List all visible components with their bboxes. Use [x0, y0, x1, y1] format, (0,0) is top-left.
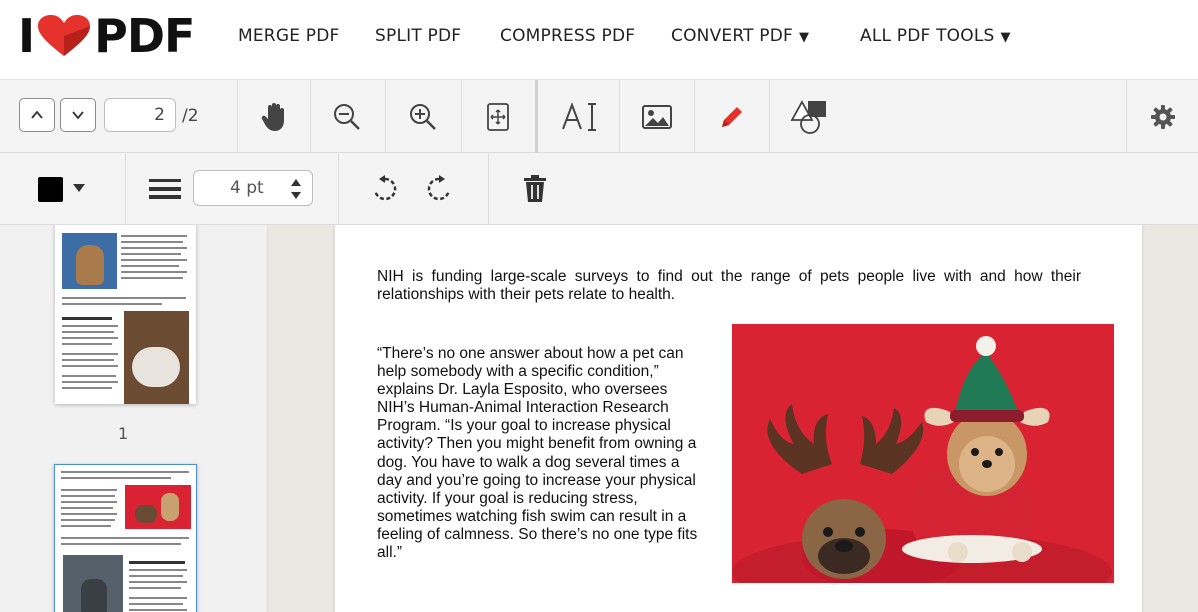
chevron-up-icon	[31, 110, 43, 119]
document-viewer[interactable]: NIH is funding large-scale surveys to fi…	[268, 225, 1198, 612]
divider	[125, 153, 126, 225]
nav-split-pdf[interactable]: SPLIT PDF	[375, 26, 461, 46]
page-thumbnails-sidebar[interactable]: 1	[0, 225, 268, 612]
rotate-left-icon	[374, 175, 397, 201]
page-total: /2	[182, 106, 199, 126]
ilovepdf-logo[interactable]: I PDF	[18, 9, 195, 63]
stroke-width-spin-buttons[interactable]	[288, 175, 304, 203]
top-navigation: I PDF MERGE PDF SPLIT PDF COMPRESS PDF C…	[0, 0, 1198, 80]
fit-page-icon	[487, 102, 509, 131]
logo-letter-i: I	[18, 9, 35, 63]
rotate-right-button[interactable]	[422, 173, 456, 205]
draw-pen-button[interactable]	[695, 80, 769, 153]
previous-page-button[interactable]	[19, 98, 55, 132]
rotate-right-icon	[427, 175, 450, 201]
nav-compress-pdf[interactable]: COMPRESS PDF	[500, 26, 635, 46]
dogs-in-costumes-image	[732, 324, 1114, 583]
divider	[488, 153, 489, 225]
zoom-in-icon	[410, 103, 436, 130]
thumb-pets-image	[125, 485, 191, 529]
drawing-options-toolbar: 4 pt	[0, 153, 1198, 225]
rotate-left-button[interactable]	[368, 173, 402, 205]
settings-button[interactable]	[1127, 80, 1198, 153]
gear-icon	[1150, 104, 1175, 129]
nav-convert-pdf[interactable]: CONVERT PDF ▼	[671, 26, 809, 46]
divider	[338, 153, 339, 225]
line-width-icon	[148, 177, 182, 201]
stroke-width-value: 4 pt	[230, 178, 264, 198]
nav-compress-pdf-label: COMPRESS PDF	[500, 26, 636, 46]
caret-down-icon	[73, 184, 85, 192]
page-number-input[interactable]: 2	[104, 98, 176, 132]
logo-word-pdf: PDF	[94, 9, 195, 63]
hand-tool-button[interactable]	[238, 80, 310, 153]
nav-merge-pdf[interactable]: MERGE PDF	[238, 26, 339, 46]
pencil-icon	[722, 106, 742, 127]
paragraph-quote: “There’s no one answer about how a pet c…	[377, 345, 698, 562]
paragraph-nih-funding: NIH is funding large-scale surveys to fi…	[377, 268, 1081, 303]
page-thumbnail-1[interactable]	[55, 225, 196, 404]
nav-all-pdf-tools[interactable]: ALL PDF TOOLS ▼	[860, 26, 1011, 46]
zoom-in-button[interactable]	[386, 80, 460, 153]
thumb-cat-flowers-image	[63, 555, 123, 612]
shapes-icon	[790, 99, 826, 134]
nav-convert-pdf-label: CONVERT PDF	[671, 26, 794, 46]
thumbnail-page-number: 1	[118, 424, 129, 443]
color-dropdown-button[interactable]	[70, 181, 88, 195]
nav-split-pdf-label: SPLIT PDF	[375, 26, 462, 46]
zoom-out-button[interactable]	[311, 80, 383, 153]
chevron-down-icon	[72, 111, 84, 120]
nav-merge-pdf-label: MERGE PDF	[238, 26, 340, 46]
add-image-button[interactable]	[620, 80, 694, 153]
caret-down-icon: ▼	[1000, 30, 1011, 45]
thumb-cat-image	[62, 233, 117, 289]
nav-all-pdf-tools-label: ALL PDF TOOLS	[860, 26, 995, 46]
page-thumbnail-2[interactable]	[54, 464, 197, 612]
text-cursor-icon	[562, 101, 596, 131]
divider	[535, 80, 538, 153]
thumb-dog-cat-image	[124, 311, 189, 404]
image-icon	[642, 104, 672, 129]
delete-button[interactable]	[518, 173, 552, 205]
pets-christmas-photo[interactable]	[732, 324, 1114, 583]
add-text-button[interactable]	[540, 80, 618, 153]
caret-down-icon: ▼	[799, 30, 810, 45]
zoom-out-icon	[334, 103, 360, 130]
color-swatch[interactable]	[38, 177, 63, 202]
add-shape-button[interactable]	[770, 80, 850, 153]
next-page-button[interactable]	[60, 98, 96, 132]
line-weight-icon	[149, 179, 181, 199]
pdf-page-2[interactable]: NIH is funding large-scale surveys to fi…	[335, 225, 1142, 612]
spin-arrows-icon	[291, 179, 301, 199]
fit-page-button[interactable]	[462, 80, 534, 153]
heart-icon	[38, 15, 91, 56]
main-toolbar: 2 /2	[0, 80, 1198, 153]
hand-icon	[261, 102, 284, 131]
trash-icon	[524, 175, 546, 202]
